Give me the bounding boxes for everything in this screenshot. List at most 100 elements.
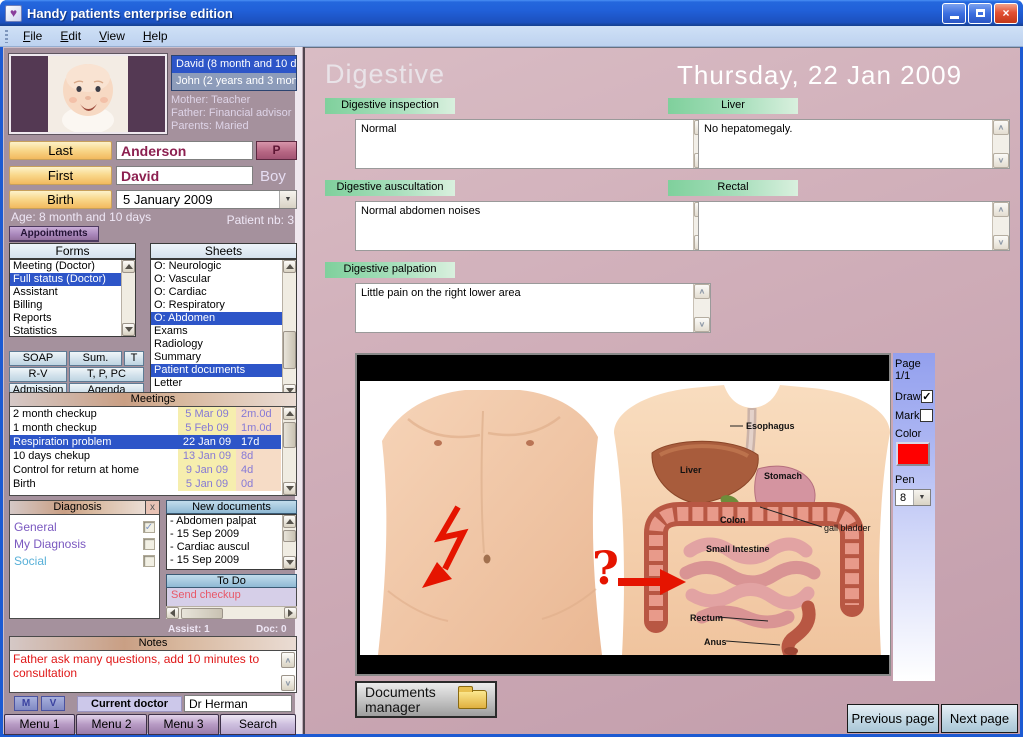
- birth-date-combo[interactable]: 5 January 2009 ▼: [116, 190, 297, 209]
- checkbox[interactable]: [143, 538, 155, 550]
- meeting-row[interactable]: Birth 5 Jan 09 0d: [10, 477, 282, 491]
- digestive-auscultation-textarea[interactable]: Normal abdomen noises ∧∨: [355, 201, 711, 251]
- scroll-up-button[interactable]: ∧: [993, 202, 1009, 217]
- menu-view[interactable]: View: [90, 27, 134, 45]
- abdomen-image[interactable]: Esophagus Liver Stomach Colon Small Inte…: [355, 353, 891, 676]
- scroll-up-button[interactable]: ∧: [694, 284, 710, 299]
- forms-item[interactable]: Assistant: [10, 286, 121, 299]
- rv-button[interactable]: R-V: [9, 367, 67, 382]
- diagnosis-close-button[interactable]: x: [146, 500, 160, 515]
- new-doc-line[interactable]: - 15 Sep 2009: [167, 528, 282, 541]
- scroll-right-button[interactable]: [284, 607, 297, 619]
- scroll-down-button[interactable]: [122, 323, 135, 336]
- checkbox[interactable]: [143, 555, 155, 567]
- sheets-item[interactable]: O: Vascular: [151, 273, 282, 286]
- new-doc-line[interactable]: - Abdomen palpat: [167, 515, 282, 528]
- tppc-button[interactable]: T, P, PC: [69, 367, 144, 382]
- digestive-inspection-textarea[interactable]: Normal ∧∨: [355, 119, 711, 169]
- m-button[interactable]: M: [14, 696, 38, 711]
- todo-hscrollbar[interactable]: [166, 606, 297, 619]
- birth-dropdown-button[interactable]: ▼: [279, 191, 296, 208]
- pen-dropdown-button[interactable]: ▼: [913, 490, 930, 505]
- sheets-item[interactable]: O: Respiratory: [151, 299, 282, 312]
- sheets-item-abdomen-selected[interactable]: O: Abdomen: [151, 312, 282, 325]
- scroll-up-button[interactable]: ∧: [281, 652, 295, 668]
- pen-size-select[interactable]: 8 ▼: [895, 489, 931, 506]
- meeting-row[interactable]: Control for return at home 9 Jan 09 4d: [10, 463, 282, 477]
- menu-edit[interactable]: Edit: [51, 27, 90, 45]
- checkbox-checked[interactable]: ✓: [143, 521, 155, 533]
- forms-item[interactable]: Billing: [10, 299, 121, 312]
- menu-help[interactable]: Help: [134, 27, 177, 45]
- sibling-item-david[interactable]: David (8 month and 10 day: [172, 56, 296, 73]
- sheets-item[interactable]: Exams: [151, 325, 282, 338]
- forms-item[interactable]: Reports: [10, 312, 121, 325]
- mark-checkbox[interactable]: [920, 409, 933, 422]
- sheets-item[interactable]: O: Neurologic: [151, 260, 282, 273]
- sibling-item-john[interactable]: John (2 years and 3 month): [172, 73, 296, 90]
- new-doc-line[interactable]: - Cardiac auscul: [167, 541, 282, 554]
- new-doc-line[interactable]: - 15 Sep 2009: [167, 554, 282, 567]
- menu2-button[interactable]: Menu 2: [76, 714, 147, 735]
- meeting-row[interactable]: 2 month checkup 5 Mar 09 2m.0d: [10, 407, 282, 421]
- scroll-left-button[interactable]: [166, 607, 179, 619]
- scroll-down-button[interactable]: ∨: [281, 675, 295, 691]
- meeting-row[interactable]: 1 month checkup 5 Feb 09 1m.0d: [10, 421, 282, 435]
- appointments-button[interactable]: Appointments: [9, 226, 99, 242]
- last-name-field[interactable]: Anderson: [116, 141, 253, 160]
- forms-item-selected[interactable]: Full status (Doctor): [10, 273, 121, 286]
- sheets-item[interactable]: Summary: [151, 351, 282, 364]
- draw-checkbox-checked[interactable]: ✓: [921, 390, 933, 403]
- documents-manager-button[interactable]: Documents manager: [355, 681, 497, 718]
- scroll-up-button[interactable]: [122, 260, 135, 273]
- diagnosis-item[interactable]: General ✓: [14, 518, 155, 535]
- scroll-down-button[interactable]: ∨: [993, 153, 1009, 168]
- first-name-field[interactable]: David: [116, 166, 253, 185]
- sheets-scrollbar[interactable]: [282, 260, 296, 397]
- new-documents-scrollbar[interactable]: [282, 515, 296, 569]
- restore-button[interactable]: [968, 3, 992, 24]
- next-page-button[interactable]: Next page: [941, 704, 1018, 733]
- current-doctor-field[interactable]: Dr Herman: [184, 695, 292, 712]
- rectal-textarea[interactable]: ∧∨: [698, 201, 1010, 251]
- forms-item[interactable]: Statistics: [10, 325, 121, 336]
- digestive-palpation-textarea[interactable]: Little pain on the right lower area ∧∨: [355, 283, 711, 333]
- menu1-button[interactable]: Menu 1: [4, 714, 75, 735]
- notes-scrollbar[interactable]: ∧ ∨: [280, 651, 296, 692]
- p-button[interactable]: P: [256, 141, 297, 160]
- diagnosis-item[interactable]: Social: [14, 552, 155, 569]
- scroll-down-button[interactable]: ∨: [694, 317, 710, 332]
- soap-button[interactable]: SOAP: [9, 351, 67, 366]
- t-button[interactable]: T: [124, 351, 144, 366]
- scroll-down-button[interactable]: [283, 556, 296, 569]
- menu3-button[interactable]: Menu 3: [148, 714, 219, 735]
- sheets-item-documents-selected[interactable]: Patient documents: [151, 364, 282, 377]
- scroll-up-button[interactable]: [283, 260, 296, 273]
- search-button[interactable]: Search: [220, 714, 296, 735]
- menu-file[interactable]: File: [14, 27, 51, 45]
- scroll-down-button[interactable]: ∨: [993, 235, 1009, 250]
- meetings-scrollbar[interactable]: [282, 407, 296, 495]
- meeting-row[interactable]: 10 days chekup 13 Jan 09 8d: [10, 449, 282, 463]
- meeting-row-selected[interactable]: Respiration problem 22 Jan 09 17d: [10, 435, 282, 449]
- forms-scrollbar[interactable]: [121, 260, 135, 336]
- notes-text[interactable]: Father ask many questions, add 10 minute…: [10, 651, 280, 692]
- v-button[interactable]: V: [41, 696, 65, 711]
- liver-textarea[interactable]: No hepatomegaly. ∧∨: [698, 119, 1010, 169]
- diagnosis-item[interactable]: My Diagnosis: [14, 535, 155, 552]
- scroll-up-button[interactable]: [283, 407, 296, 420]
- sum-button[interactable]: Sum.: [69, 351, 122, 366]
- forms-item[interactable]: Meeting (Doctor): [10, 260, 121, 273]
- minimize-button[interactable]: [942, 3, 966, 24]
- scroll-up-button[interactable]: ∧: [993, 120, 1009, 135]
- sheets-item[interactable]: Letter: [151, 377, 282, 390]
- sheets-item[interactable]: Radiology: [151, 338, 282, 351]
- todo-item[interactable]: Send checkup: [167, 588, 296, 601]
- toolbar-grip[interactable]: [5, 30, 8, 43]
- sheets-item[interactable]: O: Cardiac: [151, 286, 282, 299]
- color-swatch-red[interactable]: [896, 442, 930, 466]
- previous-page-button[interactable]: Previous page: [847, 704, 939, 733]
- scroll-up-button[interactable]: [283, 515, 296, 528]
- close-button[interactable]: ×: [994, 3, 1018, 24]
- scroll-down-button[interactable]: [283, 482, 296, 495]
